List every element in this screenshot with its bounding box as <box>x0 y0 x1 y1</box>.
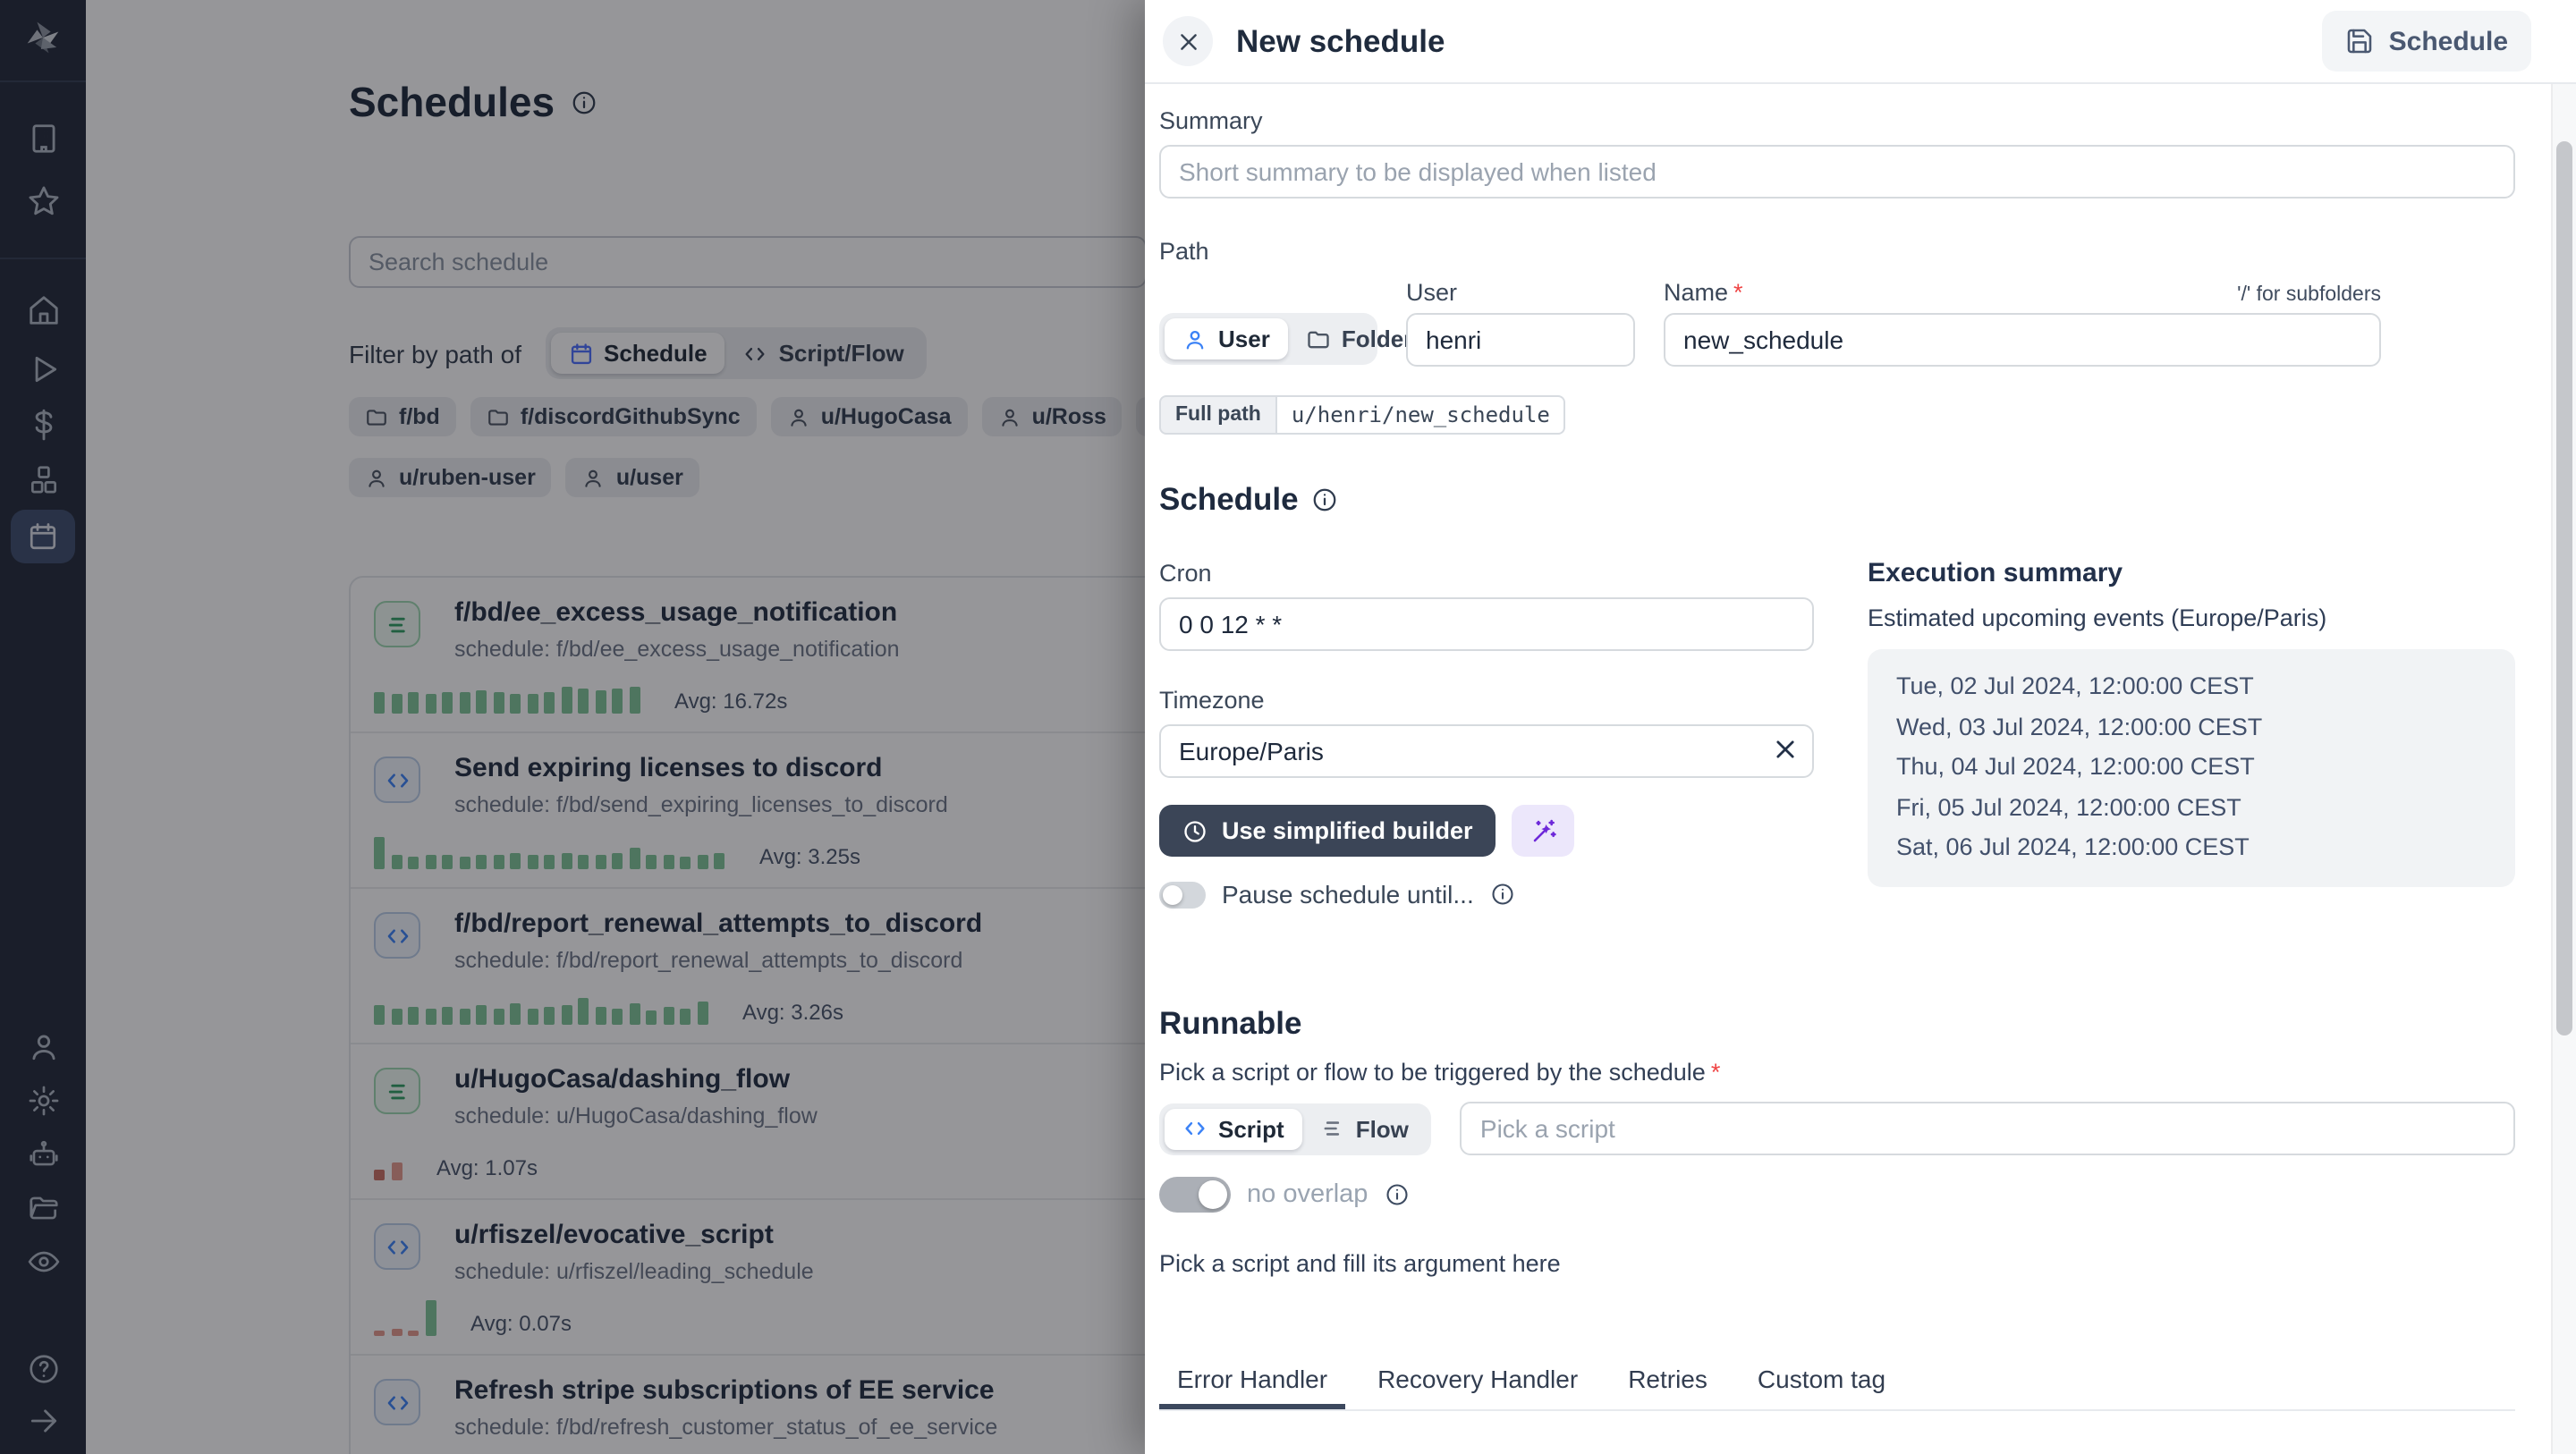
tab-recovery-handler[interactable]: Recovery Handler <box>1360 1365 1596 1409</box>
clock-icon <box>1184 820 1206 841</box>
name-input[interactable] <box>1664 313 2381 367</box>
drawer-header: New schedule Schedule <box>1145 0 2576 84</box>
close-button[interactable] <box>1163 16 1213 66</box>
ai-wand-button[interactable] <box>1512 805 1575 857</box>
subfolder-hint: '/' for subfolders <box>2237 284 2381 306</box>
summary-input[interactable] <box>1159 145 2515 199</box>
full-path-label: Full path <box>1159 395 1277 435</box>
upcoming-event: Sat, 06 Jul 2024, 12:00:00 CEST <box>1896 833 2250 860</box>
owner-kind-toggle: User Folder <box>1159 313 1412 365</box>
upcoming-event: Tue, 02 Jul 2024, 12:00:00 CEST <box>1896 672 2254 699</box>
drawer-body: Summary Path User Folder <box>1145 84 2551 1454</box>
info-icon[interactable] <box>1311 486 1338 513</box>
tab-retries[interactable]: Retries <box>1610 1365 1725 1409</box>
cron-label: Cron <box>1159 560 1212 587</box>
script-picker-input[interactable] <box>1460 1102 2515 1155</box>
drawer-scrollbar[interactable] <box>2551 84 2576 1454</box>
no-overlap-toggle[interactable] <box>1159 1177 1231 1213</box>
flow-icon <box>1324 1121 1339 1136</box>
schedule-submit-button[interactable]: Schedule <box>2322 11 2531 72</box>
tab-error-handler[interactable]: Error Handler <box>1159 1365 1345 1409</box>
scrollbar-thumb[interactable] <box>2556 141 2572 1036</box>
name-field-label: Name * '/' for subfolders <box>1664 279 2381 306</box>
tab-custom-tag[interactable]: Custom tag <box>1740 1365 1903 1409</box>
execution-summary-subheading: Estimated upcoming events (Europe/Paris) <box>1868 604 2327 631</box>
info-icon[interactable] <box>1490 882 1515 907</box>
folder-icon <box>1308 330 1329 348</box>
path-label: Path <box>1159 238 1209 265</box>
runnable-kind-toggle: Script Flow <box>1159 1103 1432 1154</box>
pause-schedule-toggle[interactable] <box>1159 881 1206 908</box>
info-icon[interactable] <box>1384 1182 1409 1207</box>
app-window: Schedules Filter by path of Schedule Scr… <box>0 0 2576 1454</box>
upcoming-event: Fri, 05 Jul 2024, 12:00:00 CEST <box>1896 793 2241 820</box>
close-icon <box>1180 33 1196 49</box>
handler-tabs: Error Handler Recovery Handler Retries Cust… <box>1159 1365 2515 1411</box>
runnable-prompt: Pick a script or flow to be triggered by… <box>1159 1059 1721 1086</box>
toggle-option-script[interactable]: Script <box>1165 1108 1302 1149</box>
execution-summary-heading: Execution summary <box>1868 558 2123 588</box>
pause-schedule-label: Pause schedule until... <box>1222 880 1474 909</box>
drawer-title: New schedule <box>1236 22 1445 58</box>
user-field-label: User <box>1406 279 1458 306</box>
fill-arguments-note: Pick a script and fill its argument here <box>1159 1250 1561 1277</box>
runnable-section-heading: Runnable <box>1159 1005 1302 1041</box>
upcoming-events-box: Tue, 02 Jul 2024, 12:00:00 CEST Wed, 03 J… <box>1868 649 2515 886</box>
wand-icon <box>1533 818 1556 841</box>
simplified-builder-button[interactable]: Use simplified builder <box>1159 805 1496 857</box>
user-icon <box>1186 329 1204 349</box>
toggle-option-flow[interactable]: Flow <box>1302 1108 1427 1149</box>
user-input[interactable] <box>1406 313 1635 367</box>
save-icon <box>2348 29 2372 54</box>
upcoming-event: Thu, 04 Jul 2024, 12:00:00 CEST <box>1896 753 2255 780</box>
full-path-value: u/henri/new_schedule <box>1276 395 1566 435</box>
code-icon <box>1185 1121 1205 1136</box>
clear-timezone-icon[interactable] <box>1773 737 1798 771</box>
schedule-section-heading: Schedule <box>1159 481 2515 519</box>
timezone-input[interactable] <box>1159 724 1814 778</box>
new-schedule-drawer: New schedule Schedule Summary Path User <box>1145 0 2576 1454</box>
cron-input[interactable] <box>1159 597 1814 651</box>
toggle-option-user[interactable]: User <box>1165 318 1288 359</box>
no-overlap-label: no overlap <box>1247 1180 1368 1209</box>
upcoming-event: Wed, 03 Jul 2024, 12:00:00 CEST <box>1896 713 2263 740</box>
timezone-label: Timezone <box>1159 687 1265 714</box>
full-path-badge: Full path u/henri/new_schedule <box>1159 395 1566 435</box>
summary-label: Summary <box>1159 107 1263 134</box>
